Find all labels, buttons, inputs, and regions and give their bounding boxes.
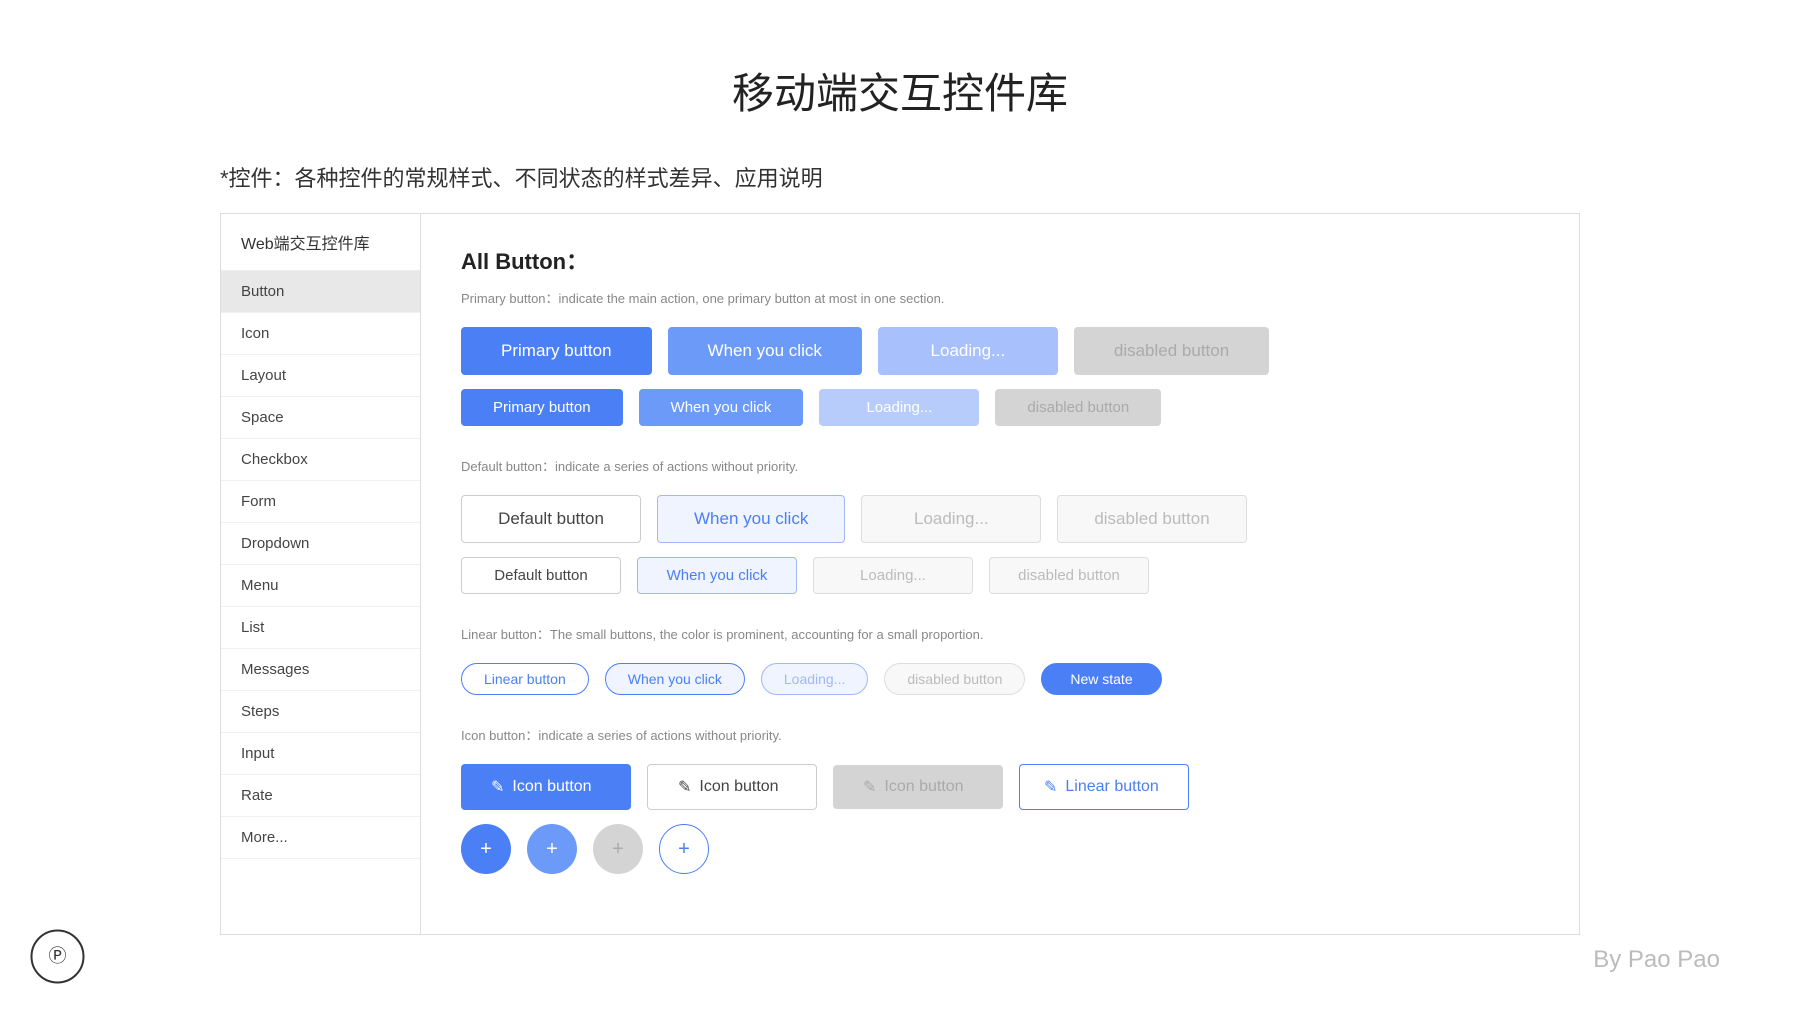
- default-button-disabled-lg: disabled button: [1057, 495, 1246, 543]
- plus-icon-disabled: +: [612, 838, 624, 861]
- sidebar-item-checkbox[interactable]: Checkbox: [221, 439, 420, 481]
- sidebar-header: Web端交互控件库: [221, 214, 420, 271]
- sidebar-item-more[interactable]: More...: [221, 817, 420, 859]
- default-button-loading-lg: Loading...: [861, 495, 1041, 543]
- sidebar-item-input[interactable]: Input: [221, 733, 420, 775]
- edit-icon-linear: ✎: [1044, 777, 1057, 797]
- icon-button-section: Icon button：indicate a series of actions…: [461, 725, 1539, 874]
- primary-button-hover-md[interactable]: When you click: [639, 389, 804, 426]
- section-title: All Button：: [461, 244, 1539, 276]
- linear-button-hover[interactable]: When you click: [605, 663, 745, 695]
- primary-button-disabled-lg: disabled button: [1074, 327, 1269, 375]
- primary-button-loading-lg: Loading...: [878, 327, 1058, 375]
- linear-button-normal[interactable]: Linear button: [461, 663, 589, 695]
- sidebar-item-steps[interactable]: Steps: [221, 691, 420, 733]
- primary-button-row-medium: Primary button When you click Loading...…: [461, 389, 1539, 426]
- primary-button-normal-md[interactable]: Primary button: [461, 389, 623, 426]
- circle-button-hover[interactable]: +: [527, 824, 577, 874]
- linear-button-row: Linear button When you click Loading... …: [461, 663, 1539, 695]
- edit-icon-disabled: ✎: [863, 777, 876, 797]
- main-container: Web端交互控件库 Button Icon Layout Space Check…: [220, 213, 1580, 935]
- default-button-normal-md[interactable]: Default button: [461, 557, 621, 594]
- primary-section-desc: Primary button：indicate the main action,…: [461, 288, 1539, 307]
- sidebar-item-rate[interactable]: Rate: [221, 775, 420, 817]
- icon-button-default-label: Icon button: [699, 778, 778, 796]
- icon-button-linear-label: Linear button: [1065, 778, 1158, 796]
- edit-icon: ✎: [491, 777, 504, 797]
- sidebar-item-form[interactable]: Form: [221, 481, 420, 523]
- sidebar: Web端交互控件库 Button Icon Layout Space Check…: [221, 214, 421, 934]
- sidebar-item-dropdown[interactable]: Dropdown: [221, 523, 420, 565]
- icon-button-linear[interactable]: ✎ Linear button: [1019, 764, 1189, 810]
- circle-button-primary[interactable]: +: [461, 824, 511, 874]
- primary-button-loading-md: Loading...: [819, 389, 979, 426]
- default-button-loading-md: Loading...: [813, 557, 973, 594]
- icon-section-desc: Icon button：indicate a series of actions…: [461, 725, 1539, 744]
- circle-button-disabled: +: [593, 824, 643, 874]
- circle-button-row: + + + +: [461, 824, 1539, 874]
- primary-button-normal-lg[interactable]: Primary button: [461, 327, 652, 375]
- default-button-hover-md[interactable]: When you click: [637, 557, 797, 594]
- icon-button-disabled: ✎ Icon button: [833, 765, 1003, 809]
- sidebar-item-layout[interactable]: Layout: [221, 355, 420, 397]
- linear-button-section: Linear button：The small buttons, the col…: [461, 624, 1539, 695]
- footer-brand: By Pao Pao: [1593, 946, 1720, 974]
- icon-button-primary-label: Icon button: [512, 778, 591, 796]
- primary-button-row-large: Primary button When you click Loading...…: [461, 327, 1539, 375]
- icon-button-row: ✎ Icon button ✎ Icon button ✎ Icon butto…: [461, 764, 1539, 810]
- default-button-row-medium: Default button When you click Loading...…: [461, 557, 1539, 594]
- page-subtitle: *控件：各种控件的常规样式、不同状态的样式差异、应用说明: [220, 161, 1800, 193]
- default-button-hover-lg[interactable]: When you click: [657, 495, 845, 543]
- logo-icon: Ⓟ: [30, 929, 85, 984]
- default-button-normal-lg[interactable]: Default button: [461, 495, 641, 543]
- primary-button-disabled-md: disabled button: [995, 389, 1161, 426]
- default-button-disabled-md: disabled button: [989, 557, 1149, 594]
- circle-button-linear[interactable]: +: [659, 824, 709, 874]
- sidebar-item-list[interactable]: List: [221, 607, 420, 649]
- linear-button-loading: Loading...: [761, 663, 869, 695]
- plus-icon-primary: +: [480, 838, 492, 861]
- edit-icon-default: ✎: [678, 777, 691, 797]
- linear-button-disabled: disabled button: [884, 663, 1025, 695]
- icon-button-disabled-label: Icon button: [884, 778, 963, 796]
- page-title: 移动端交互控件库: [0, 0, 1800, 161]
- sidebar-item-icon[interactable]: Icon: [221, 313, 420, 355]
- sidebar-item-messages[interactable]: Messages: [221, 649, 420, 691]
- primary-button-hover-lg[interactable]: When you click: [668, 327, 862, 375]
- linear-button-new[interactable]: New state: [1041, 663, 1161, 695]
- plus-icon-linear: +: [678, 838, 690, 861]
- sidebar-item-menu[interactable]: Menu: [221, 565, 420, 607]
- icon-button-primary[interactable]: ✎ Icon button: [461, 764, 631, 810]
- plus-icon-hover: +: [546, 838, 558, 861]
- icon-button-default[interactable]: ✎ Icon button: [647, 764, 817, 810]
- svg-text:Ⓟ: Ⓟ: [49, 946, 67, 966]
- primary-button-section: Primary button：indicate the main action,…: [461, 288, 1539, 426]
- sidebar-item-space[interactable]: Space: [221, 397, 420, 439]
- content-area: All Button： Primary button：indicate the …: [421, 214, 1579, 934]
- default-button-section: Default button：indicate a series of acti…: [461, 456, 1539, 594]
- sidebar-item-button[interactable]: Button: [221, 271, 420, 313]
- linear-section-desc: Linear button：The small buttons, the col…: [461, 624, 1539, 643]
- default-button-row-large: Default button When you click Loading...…: [461, 495, 1539, 543]
- default-section-desc: Default button：indicate a series of acti…: [461, 456, 1539, 475]
